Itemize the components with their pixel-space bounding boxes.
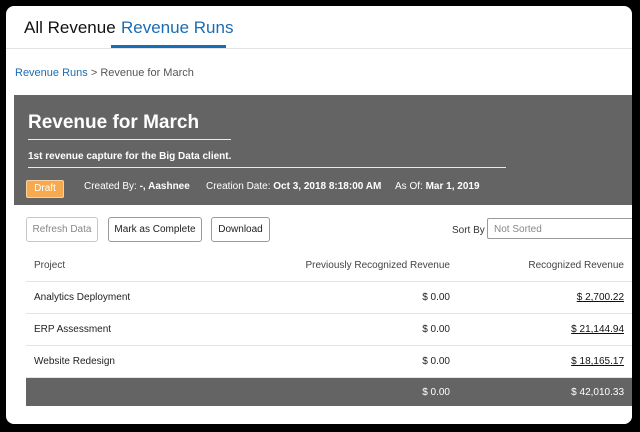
project-name: ERP Assessment <box>34 324 112 335</box>
column-header-project[interactable]: Project <box>34 260 65 271</box>
recognized-revenue-link[interactable]: $ 18,165.17 <box>571 356 624 367</box>
breadcrumb-link-revenue-runs[interactable]: Revenue Runs <box>15 67 88 79</box>
previous-revenue: $ 0.00 <box>422 356 450 367</box>
creation-date: Creation Date: Oct 3, 2018 8:18:00 AM <box>206 181 381 192</box>
sort-by-select[interactable]: Not Sorted <box>487 218 632 239</box>
recognized-revenue-link[interactable]: $ 21,144.94 <box>571 324 624 335</box>
creation-date-label: Creation Date: <box>206 181 271 192</box>
previous-revenue: $ 0.00 <box>422 292 450 303</box>
as-of: As Of: Mar 1, 2019 <box>395 181 480 192</box>
created-by-value: -, Aashnee <box>139 181 190 192</box>
table-row: Analytics Deployment $ 0.00 $ 2,700.22 <box>26 281 632 314</box>
run-header-panel: Revenue for March 1st revenue capture fo… <box>14 95 632 205</box>
tab-bar: All Revenue Revenue Runs <box>6 6 632 49</box>
previous-revenue: $ 0.00 <box>422 324 450 335</box>
breadcrumb-separator: > <box>87 67 101 79</box>
breadcrumb-current: Revenue for March <box>100 67 194 79</box>
column-header-recognized[interactable]: Recognized Revenue <box>528 260 624 271</box>
totals-row: $ 0.00 $ 42,010.33 <box>26 378 632 406</box>
total-recognized-revenue: $ 42,010.33 <box>571 387 624 398</box>
total-previous-revenue: $ 0.00 <box>422 387 450 398</box>
breadcrumb: Revenue Runs > Revenue for March <box>15 67 194 79</box>
active-tab-indicator <box>111 45 226 48</box>
recognized-revenue-link[interactable]: $ 2,700.22 <box>577 292 624 303</box>
table-row: Website Redesign $ 0.00 $ 18,165.17 <box>26 345 632 378</box>
page-title: Revenue for March <box>28 112 200 133</box>
tab-all-revenue[interactable]: All Revenue <box>24 18 116 38</box>
title-divider <box>28 139 231 140</box>
app-window: All Revenue Revenue Runs Revenue Runs > … <box>6 6 632 424</box>
created-by-label: Created By: <box>84 181 137 192</box>
revenue-run-card: Revenue for March 1st revenue capture fo… <box>14 95 632 424</box>
project-name: Analytics Deployment <box>34 292 131 303</box>
creation-date-value: Oct 3, 2018 8:18:00 AM <box>273 181 382 192</box>
table-header-row: Project Previously Recognized Revenue Re… <box>26 249 632 282</box>
description-divider <box>28 167 506 168</box>
status-badge: Draft <box>26 180 64 198</box>
project-name: Website Redesign <box>34 356 115 367</box>
download-button[interactable]: Download <box>211 217 270 242</box>
run-description: 1st revenue capture for the Big Data cli… <box>28 151 232 162</box>
as-of-value: Mar 1, 2019 <box>425 181 480 192</box>
as-of-label: As Of: <box>395 181 423 192</box>
created-by: Created By: -, Aashnee <box>84 181 190 192</box>
sort-by-label: Sort By <box>452 225 485 236</box>
tab-revenue-runs[interactable]: Revenue Runs <box>121 18 233 38</box>
refresh-data-button[interactable]: Refresh Data <box>26 217 98 242</box>
column-header-previously-recognized[interactable]: Previously Recognized Revenue <box>305 260 450 271</box>
table-row: ERP Assessment $ 0.00 $ 21,144.94 <box>26 313 632 346</box>
mark-as-complete-button[interactable]: Mark as Complete <box>108 217 202 242</box>
